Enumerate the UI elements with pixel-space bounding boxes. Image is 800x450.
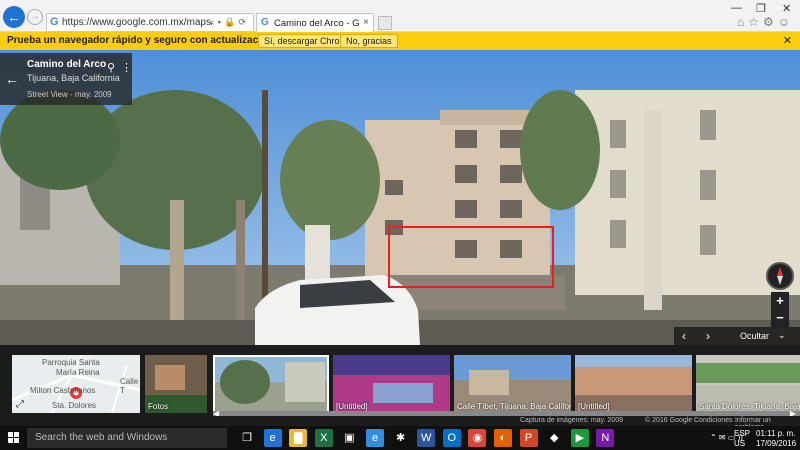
edge-icon[interactable]: e [263,429,282,447]
photo-thumbnail[interactable]: Calle Tíbet, Tijuana, Baja California [454,355,571,413]
infobar-close-icon[interactable]: ✕ [783,34,792,47]
expand-map-icon[interactable]: ⤢ [16,399,24,410]
map-label: Parroquia Santa [42,358,100,367]
photo-filmstrip: Parroquia Santa María Reina Calle T Sta.… [0,345,800,425]
place-name: Camino del Arco [27,59,107,70]
thumb-caption: Fotos [148,402,169,411]
map-label: Milton Castellanos [30,386,96,395]
zoom-out-button[interactable]: − [771,309,789,327]
chrome-promo-infobar: Prueba un navegador rápido y seguro con … [0,32,800,50]
toolbar-icons: ⌂☆⚙☺ [737,15,794,29]
powerpoint-icon[interactable]: P [519,429,538,447]
minimize-button[interactable]: — [731,2,742,14]
onenote-icon[interactable]: N [596,429,615,447]
photos-icon[interactable]: ◆ [545,429,564,447]
filmstrip-toggle-bar: ‹ › Ocultar ⌄ [674,327,800,345]
home-icon[interactable]: ⌂ [737,15,748,29]
chevron-down-icon[interactable]: ⌄ [778,330,786,341]
internet-explorer-icon[interactable]: e [366,429,384,447]
maximize-button[interactable]: ❐ [756,2,766,15]
thumb-caption: [Untitled] [578,402,610,411]
thumb-image [215,357,327,411]
smiley-icon[interactable]: ☺ [778,15,794,29]
street-view-date[interactable]: Street View - may. 2009 [27,90,112,99]
google-favicon-icon: G [50,16,59,28]
windows-taskbar: Search the web and Windows ❐ e ▇ X ▣ e ✱ W O ◉ ◐ P ◆… [0,426,800,450]
clock-time[interactable]: 01:11 p. m. [756,429,795,438]
word-icon[interactable]: W [417,429,436,447]
tab-google-favicon-icon: G [261,17,269,28]
favorites-icon[interactable]: ☆ [748,15,763,29]
new-tab-button[interactable] [378,16,392,30]
photo-thumbnail[interactable]: Fotos [145,355,207,413]
thumb-caption: Calle Tíbet, Tijuana, Baja California [457,402,571,411]
taskbar-search-input[interactable]: Search the web and Windows [27,428,227,448]
language-indicator[interactable]: ESP [734,429,750,438]
file-explorer-icon[interactable]: ▇ [289,429,308,447]
thumb-caption: [Untitled] [336,402,368,411]
map-footer: Captura de imágenes: may. 2009 © 2016 Go… [0,416,800,431]
url-text[interactable]: https://www.google.com.mx/maps/place/Cam… [62,17,212,28]
more-options-icon[interactable]: ⋮ [121,61,132,74]
place-info-card: ← Camino del Arco Tijuana, Baja Californ… [0,53,132,105]
store-icon[interactable]: ▣ [340,429,359,447]
compass-icon[interactable] [766,262,794,290]
no-thanks-button[interactable]: No, gracias [340,34,398,48]
compass-needle-icon [777,267,783,285]
task-view-icon[interactable]: ❐ [238,429,256,447]
photo-thumbnail[interactable]: [Untitled] [575,355,692,413]
settings-gear-icon[interactable]: ⚙ [763,15,778,29]
firefox-icon[interactable]: ◐ [494,429,512,447]
map-label: María Reina [56,368,100,377]
windows-start-icon[interactable] [8,432,20,444]
photo-thumbnail-selected[interactable] [213,355,329,413]
keyboard-layout[interactable]: US [734,439,745,448]
forward-button[interactable]: → [27,9,43,25]
photo-thumbnail[interactable]: Santa Dolores, Tijuana, Baja Californ [696,355,800,413]
zoom-in-button[interactable]: + [771,292,789,310]
photo-thumbnail[interactable]: [Untitled] [333,355,450,413]
map-label: Sta. Dolores [52,401,97,410]
map-label: Calle T [120,377,139,395]
card-back-icon[interactable]: ← [5,71,19,87]
map-pin-icon[interactable]: ⚲ [107,61,115,74]
tab-title: Camino del Arco - Google ... [274,18,360,29]
imagery-date: Captura de imágenes: may. 2009 [520,417,623,424]
prev-photo-icon[interactable]: ‹ [682,329,686,343]
address-bar[interactable]: G https://www.google.com.mx/maps/place/C… [46,13,254,32]
thumb-caption: Santa Dolores, Tijuana, Baja Californ [699,402,800,411]
browser-chrome: ← → G https://www.google.com.mx/maps/pla… [0,0,800,32]
address-bar-icons[interactable]: ⌕▾🔒⟳ [209,17,249,28]
media-icon[interactable]: ▶ [570,429,589,447]
clock-date[interactable]: 17/09/2016 [756,439,796,448]
back-button[interactable]: ← [3,6,25,28]
hide-filmstrip-button[interactable]: Ocultar [740,331,769,341]
excel-icon[interactable]: X [314,429,333,447]
app-icon[interactable]: ✱ [391,429,410,447]
browser-tab[interactable]: G Camino del Arco - Google ... × [256,13,374,32]
place-location: Tijuana, Baja California [27,73,120,83]
copyright: © 2016 Google [645,417,693,424]
close-window-button[interactable]: ✕ [782,2,791,15]
tab-close-icon[interactable]: × [363,17,369,28]
outlook-icon[interactable]: O [442,429,461,447]
conditions-link[interactable]: Condiciones [694,417,733,424]
chrome-icon[interactable]: ◉ [468,429,487,447]
mini-map-thumbnail[interactable]: Parroquia Santa María Reina Calle T Sta.… [12,355,140,413]
next-photo-icon[interactable]: › [706,329,710,343]
